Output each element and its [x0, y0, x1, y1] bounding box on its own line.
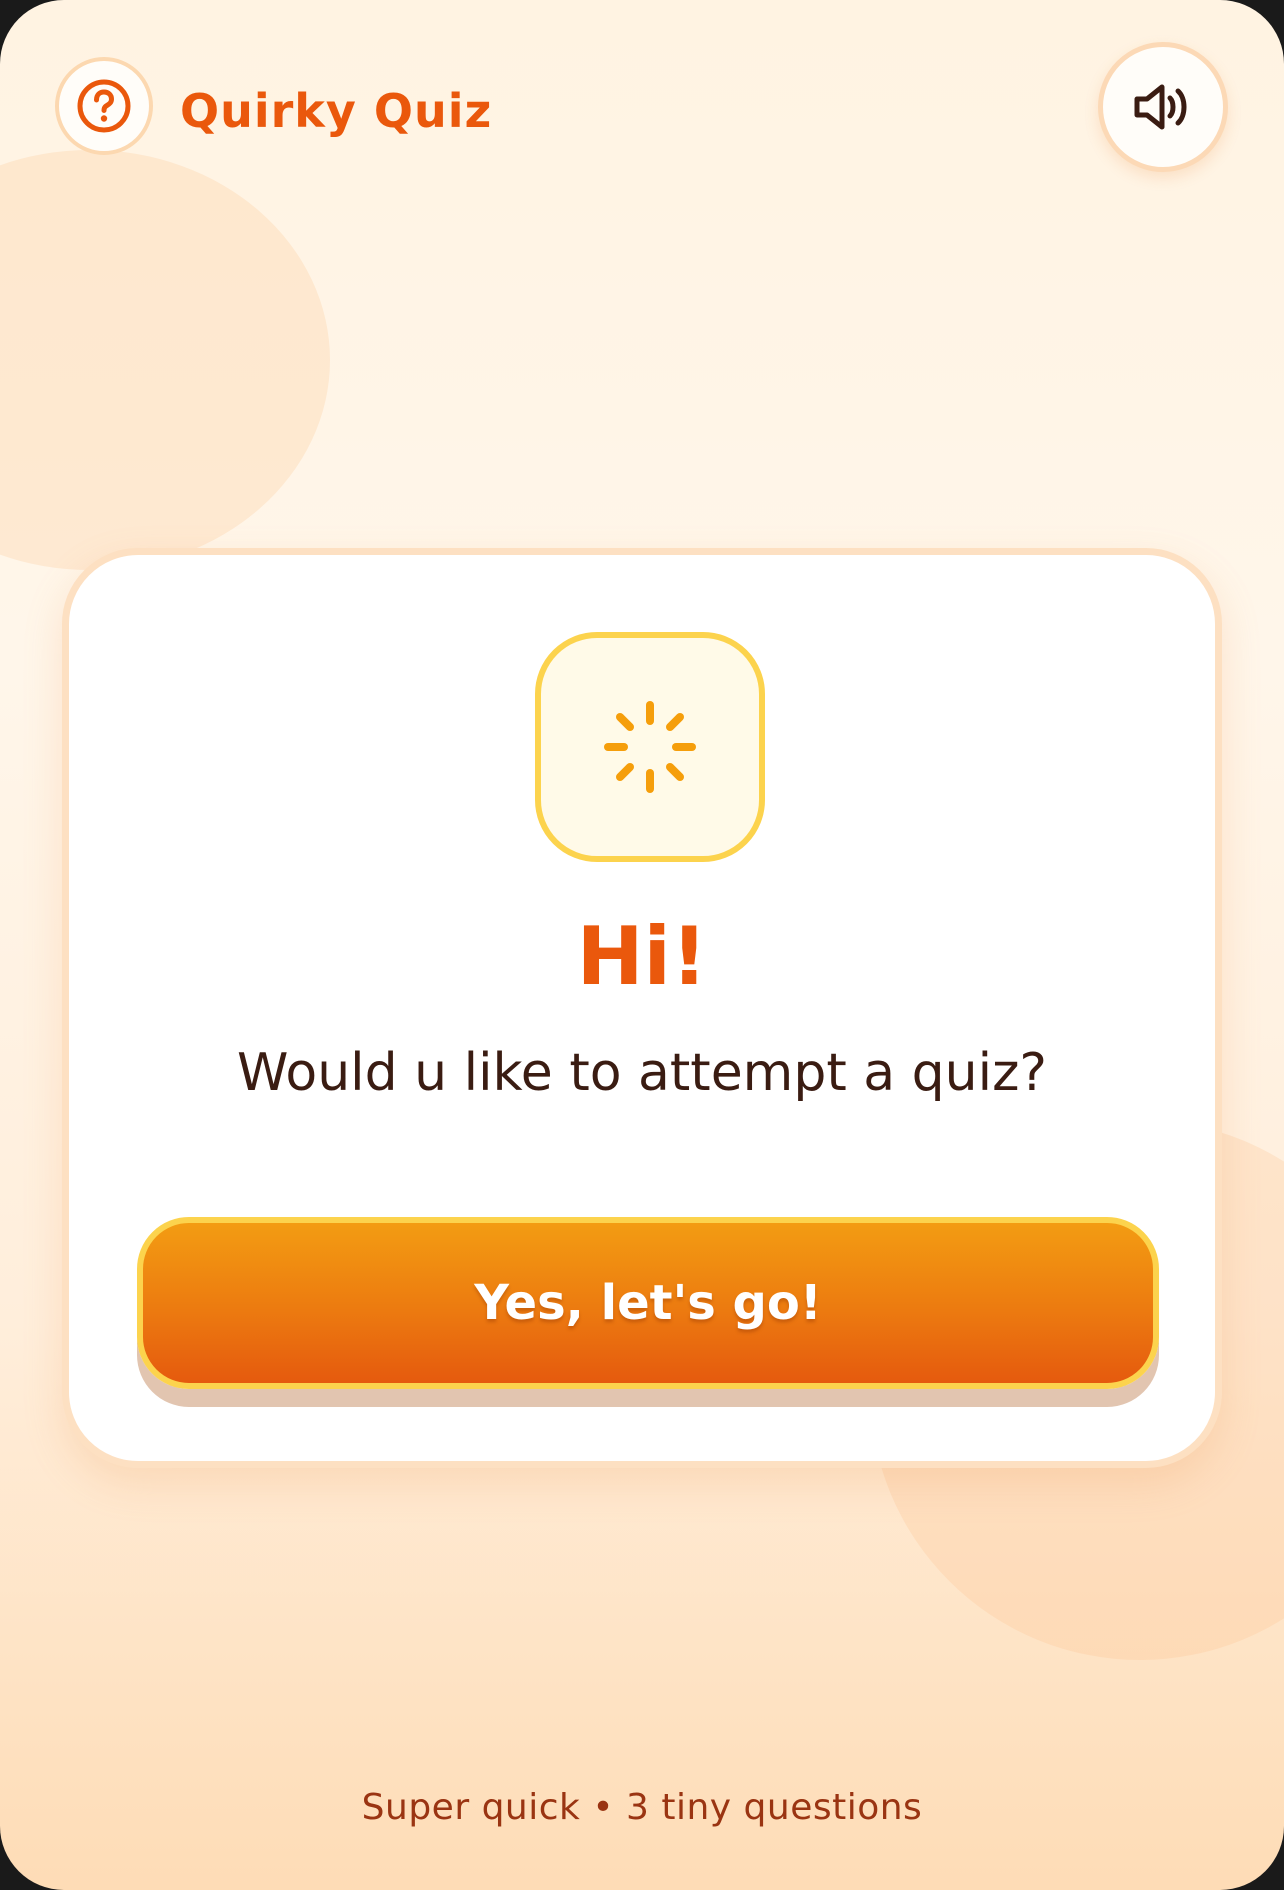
sound-toggle-button[interactable] — [1098, 42, 1228, 172]
background-blob-top-left — [0, 150, 330, 570]
quiz-invite-card: Hi! Would u like to attempt a quiz? Yes,… — [62, 548, 1222, 1468]
start-quiz-button[interactable]: Yes, let's go! — [137, 1217, 1159, 1389]
sparkle-tile — [535, 632, 765, 862]
question-circle-icon — [77, 79, 131, 133]
help-button[interactable] — [55, 57, 153, 155]
app-title: Quirky Quiz — [180, 84, 493, 138]
quiz-question-prompt: Would u like to attempt a quiz? — [237, 1043, 1047, 1103]
footer-tagline: Super quick • 3 tiny questions — [361, 1787, 923, 1828]
start-quiz-button-label: Yes, let's go! — [474, 1275, 822, 1331]
quiz-screen: Quirky Quiz Hi! Would u like to attempt … — [0, 0, 1284, 1890]
sparkle-burst-icon — [604, 701, 696, 793]
speaker-volume-icon — [1134, 84, 1187, 130]
greeting-heading: Hi! — [576, 910, 708, 1003]
